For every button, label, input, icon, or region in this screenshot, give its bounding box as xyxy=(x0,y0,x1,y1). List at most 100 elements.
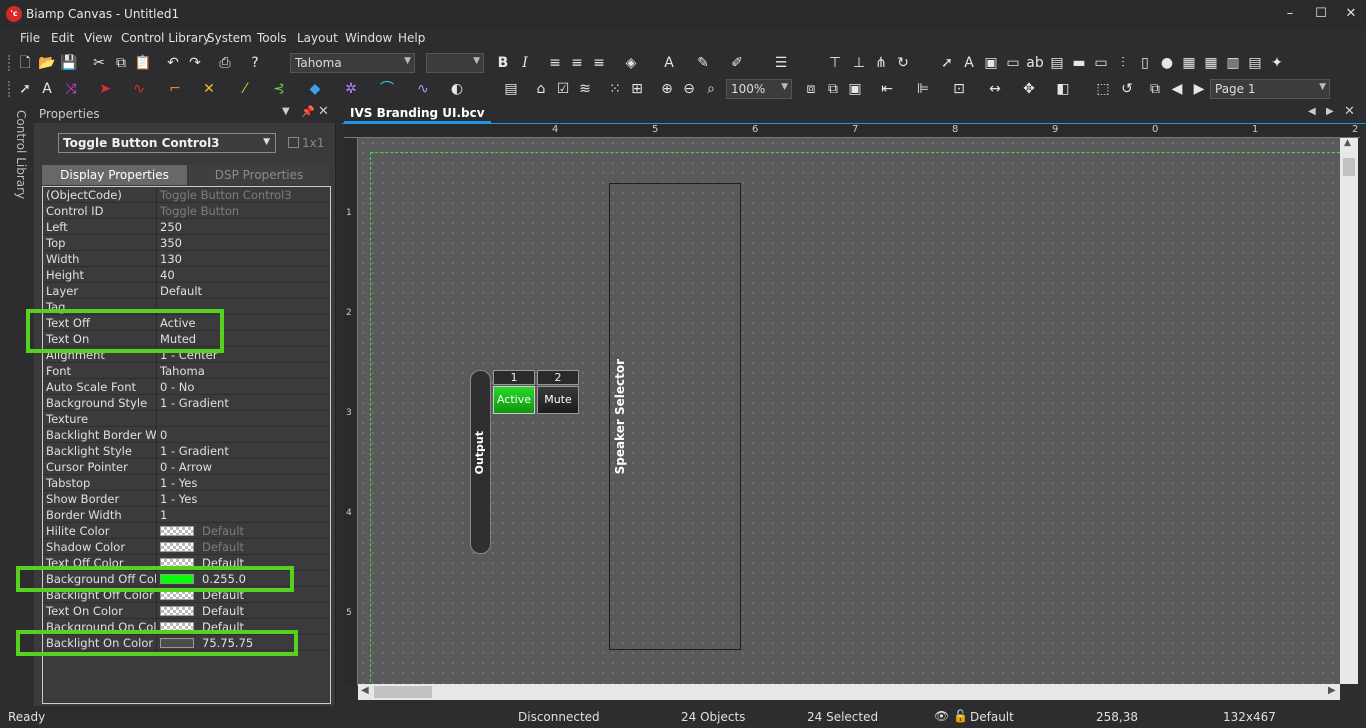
document-tab[interactable]: IVS Branding UI.bcv xyxy=(344,103,491,123)
zoom-in-icon[interactable]: ⊕ xyxy=(658,80,676,98)
property-row[interactable]: Texture xyxy=(43,411,330,427)
property-row[interactable]: Shadow Color Default xyxy=(43,539,330,555)
grid-dots-icon[interactable]: ⁙ xyxy=(606,80,624,98)
property-row[interactable]: Tabstop 1 - Yes xyxy=(43,475,330,491)
scroll-right-icon[interactable]: ▶ xyxy=(1326,106,1334,117)
property-row[interactable]: Font Tahoma xyxy=(43,363,330,379)
menu-tools[interactable]: Tools xyxy=(257,31,287,45)
dropdown-icon[interactable]: ▼ xyxy=(282,106,290,117)
save-icon[interactable]: 💾 xyxy=(60,54,78,72)
property-row[interactable]: Layer Default xyxy=(43,283,330,299)
network-icon[interactable]: ⋔ xyxy=(872,54,890,72)
line-color-icon[interactable]: ✎ xyxy=(694,54,712,72)
textbox-tool-icon[interactable]: ▤ xyxy=(1048,54,1066,72)
property-value[interactable]: Default xyxy=(160,284,202,298)
properties-icon[interactable]: ▤ xyxy=(502,80,520,98)
select-area-icon[interactable]: ⬚ xyxy=(1094,80,1112,98)
toggle-tool-icon[interactable]: ▭ xyxy=(1092,54,1110,72)
scroll-left-icon[interactable]: ◀ xyxy=(361,685,369,696)
color-swatch[interactable] xyxy=(160,606,194,616)
disconnect-icon[interactable]: ⊥ xyxy=(850,54,868,72)
property-value[interactable]: Tahoma xyxy=(160,364,205,378)
align-objects-icon[interactable]: ⊫ xyxy=(914,80,932,98)
1x1-checkbox[interactable] xyxy=(288,137,299,148)
indent-icon[interactable]: ⇤ xyxy=(878,80,896,98)
horizontal-scrollbar[interactable]: ◀ ▶ xyxy=(358,684,1340,700)
property-value[interactable]: 130 xyxy=(160,252,182,266)
redo-icon[interactable]: ↷ xyxy=(186,54,204,72)
property-value[interactable]: Default xyxy=(202,540,244,554)
page-select[interactable]: Page 1 ▼ xyxy=(1210,79,1330,99)
align-center-icon[interactable]: ≡ xyxy=(568,54,586,72)
tab-display-properties[interactable]: Display Properties xyxy=(42,165,187,185)
menu-control-library[interactable]: Control Library xyxy=(121,31,210,45)
vertical-scroll-thumb[interactable] xyxy=(1343,158,1355,176)
vertical-scrollbar[interactable]: ▲ xyxy=(1340,138,1358,684)
select-arrow-icon[interactable]: ➚ xyxy=(938,54,956,72)
zoom-select[interactable]: 100% ▼ xyxy=(726,79,792,99)
move-icon[interactable]: ✥ xyxy=(1020,80,1038,98)
mute-toggle-button[interactable]: Mute xyxy=(537,386,579,414)
tag-icon[interactable]: ◆ xyxy=(306,80,324,98)
toolbar-grip[interactable] xyxy=(8,81,11,97)
property-row[interactable]: Hilite Color Default xyxy=(43,523,330,539)
close-icon[interactable]: ✕ xyxy=(318,104,329,119)
cut-icon[interactable]: ✂ xyxy=(90,54,108,72)
property-value[interactable]: 1 - Yes xyxy=(160,476,197,490)
menu-layout[interactable]: Layout xyxy=(297,31,338,45)
menu-system[interactable]: System xyxy=(207,31,252,45)
pages-icon[interactable]: ⧉ xyxy=(1146,80,1164,98)
refresh-icon[interactable]: ↻ xyxy=(894,54,912,72)
paste-icon[interactable]: 📋 xyxy=(134,54,152,72)
curve-icon[interactable]: ⌒ xyxy=(378,80,396,98)
property-value[interactable]: Default xyxy=(202,604,244,618)
scroll-up-icon[interactable]: ▲ xyxy=(1344,138,1351,148)
text-icon[interactable]: A xyxy=(38,80,56,98)
lock-group-icon[interactable]: ▣ xyxy=(846,80,864,98)
contrast-icon[interactable]: ◐ xyxy=(448,80,466,98)
color-swatch[interactable] xyxy=(160,526,194,536)
zoom-out-icon[interactable]: ⊖ xyxy=(680,80,698,98)
font-color-icon[interactable]: A xyxy=(660,54,678,72)
pointer-icon[interactable]: ➚ xyxy=(16,80,34,98)
frame-tool-icon[interactable]: ▭ xyxy=(1004,54,1022,72)
edit-list-icon[interactable]: ☑ xyxy=(554,80,572,98)
property-value[interactable]: 0 - Arrow xyxy=(160,460,212,474)
property-value[interactable]: 0 xyxy=(160,428,167,442)
button-tool-icon[interactable]: ▬ xyxy=(1070,54,1088,72)
italic-icon[interactable]: I xyxy=(516,54,534,72)
step-icon[interactable]: ⌐ xyxy=(166,80,184,98)
property-value[interactable]: 250 xyxy=(160,220,182,234)
wave-icon[interactable]: ∿ xyxy=(130,80,148,98)
zoom-fit-icon[interactable]: ⌕ xyxy=(702,80,720,98)
lock-icon[interactable]: 🔓 xyxy=(953,709,968,723)
property-row[interactable]: Backlight Border Width 0 xyxy=(43,427,330,443)
property-value[interactable]: 40 xyxy=(160,268,175,282)
panel-tool-icon[interactable]: ▥ xyxy=(1224,54,1242,72)
font-size-select[interactable]: ▼ xyxy=(426,53,484,73)
grid-tool-icon[interactable]: ▦ xyxy=(1180,54,1198,72)
property-row[interactable]: Backlight Style 1 - Gradient xyxy=(43,443,330,459)
help-icon[interactable]: ? xyxy=(246,54,264,72)
menu-window[interactable]: Window xyxy=(345,31,392,45)
image-tool-icon[interactable]: ▣ xyxy=(982,54,1000,72)
gear-icon[interactable]: ✲ xyxy=(342,80,360,98)
branch-icon[interactable]: ⊰ xyxy=(270,80,288,98)
property-value[interactable]: Toggle Button xyxy=(160,204,239,218)
property-row[interactable]: Show Border 1 - Yes xyxy=(43,491,330,507)
group-icon[interactable]: ⧈ xyxy=(802,80,820,98)
snap-grid-icon[interactable]: ⊞ xyxy=(628,80,646,98)
color-swatch[interactable] xyxy=(160,542,194,552)
cross-icon[interactable]: ✕ xyxy=(200,80,218,98)
toolbar-grip[interactable] xyxy=(8,55,11,71)
menu-file[interactable]: File xyxy=(20,31,40,45)
eye-icon[interactable]: 👁 xyxy=(934,709,949,723)
wire-icon[interactable]: ⤨ xyxy=(62,80,80,98)
property-value[interactable]: Default xyxy=(202,524,244,538)
property-row[interactable]: Width 130 xyxy=(43,251,330,267)
align-left-icon[interactable]: ≡ xyxy=(546,54,564,72)
fill-color-icon[interactable]: ◈ xyxy=(622,54,640,72)
minimize-button[interactable]: – xyxy=(1275,4,1305,24)
wand-tool-icon[interactable]: ✦ xyxy=(1268,54,1286,72)
font-select[interactable]: Tahoma ▼ xyxy=(290,53,415,73)
